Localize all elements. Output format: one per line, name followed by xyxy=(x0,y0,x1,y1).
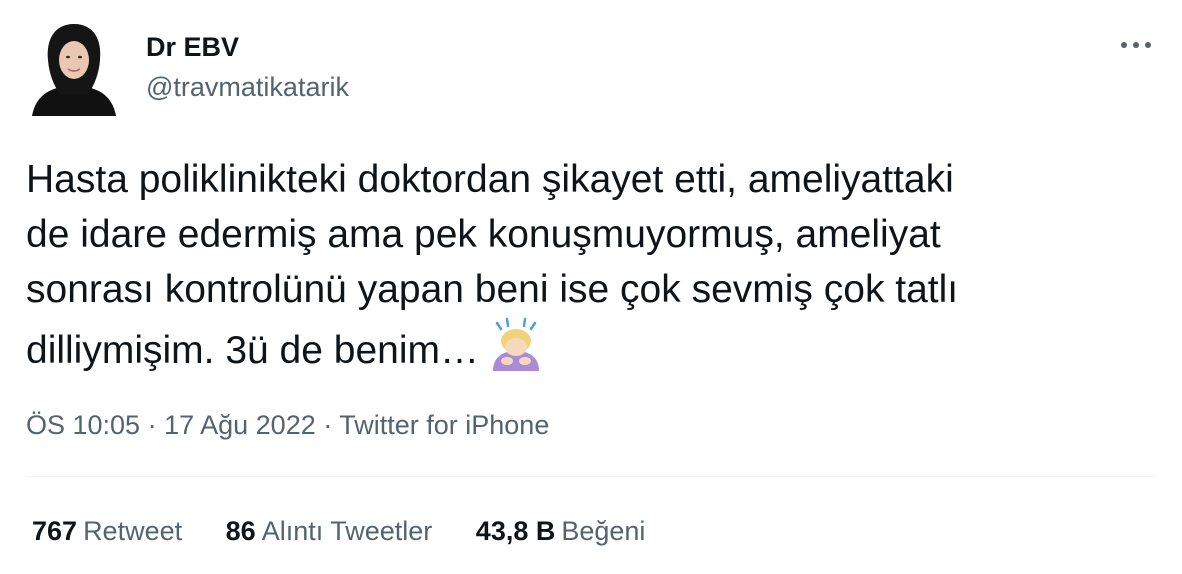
tweet-stats: 767 Retweet 86 Alıntı Tweetler 43,8 B Beğen… xyxy=(32,514,681,548)
user-handle[interactable]: @travmatikatarik xyxy=(146,70,349,104)
avatar[interactable] xyxy=(30,20,118,116)
stat-number: 767 xyxy=(32,516,78,546)
more-dots-icon xyxy=(1121,42,1151,48)
likes-count[interactable]: 43,8 B Beğeni xyxy=(476,514,646,548)
stat-label: Alıntı Tweetler xyxy=(261,516,433,546)
more-options-button[interactable] xyxy=(1116,30,1156,60)
avatar-photo-icon xyxy=(30,20,118,116)
meta-separator: · xyxy=(140,410,165,440)
stat-number: 86 xyxy=(225,516,256,546)
tweet-source[interactable]: Twitter for iPhone xyxy=(339,410,549,440)
stat-number: 43,8 B xyxy=(475,516,556,546)
meta-separator: · xyxy=(315,410,340,440)
tweet-text: Hasta poliklinikteki doktordan şikayet e… xyxy=(26,152,1156,378)
stat-label: Beğeni xyxy=(561,516,646,546)
display-name[interactable]: Dr EBV xyxy=(146,30,239,64)
woman-bowing-emoji-icon xyxy=(487,317,545,373)
tweet-meta: ÖS 10:05 · 17 Ağu 2022 · Twitter for iPh… xyxy=(26,407,549,443)
retweet-count[interactable]: 767 Retweet xyxy=(32,514,182,548)
stat-label: Retweet xyxy=(83,516,183,546)
tweet-time[interactable]: ÖS 10:05 xyxy=(26,410,140,440)
tweet-date[interactable]: 17 Ağu 2022 xyxy=(164,410,316,440)
divider xyxy=(26,476,1156,477)
quote-tweets-count[interactable]: 86 Alıntı Tweetler xyxy=(226,514,433,548)
